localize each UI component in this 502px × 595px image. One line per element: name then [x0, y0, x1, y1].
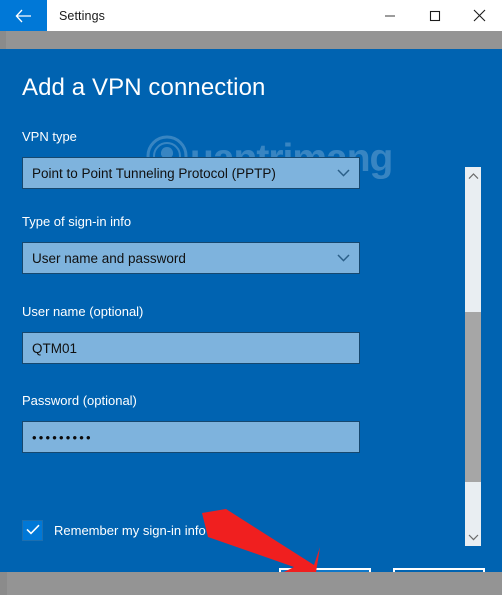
scroll-up-button[interactable]	[465, 167, 481, 185]
signin-type-value: User name and password	[32, 250, 186, 266]
password-value: •••••••••	[32, 429, 93, 445]
chevron-down-icon	[327, 254, 359, 262]
signin-type-dropdown[interactable]: User name and password	[22, 242, 360, 274]
window-title: Settings	[59, 8, 105, 23]
signin-type-label: Type of sign-in info	[22, 214, 132, 229]
vpn-type-label: VPN type	[22, 129, 77, 144]
settings-window: Settings Add a VPN connection VPN type P…	[0, 0, 502, 595]
top-gray-band	[0, 31, 502, 49]
password-label: Password (optional)	[22, 393, 137, 408]
back-button[interactable]	[0, 0, 47, 31]
checkbox-box	[22, 520, 43, 541]
bottom-gray-band-edge	[0, 572, 7, 595]
vpn-type-dropdown[interactable]: Point to Point Tunneling Protocol (PPTP)	[22, 157, 360, 189]
minimize-icon	[384, 10, 396, 22]
close-button[interactable]	[457, 0, 502, 31]
username-label: User name (optional)	[22, 304, 144, 319]
maximize-button[interactable]	[412, 0, 457, 31]
chevron-up-icon	[468, 167, 479, 185]
chevron-down-icon	[468, 528, 479, 546]
chevron-down-icon	[327, 169, 359, 177]
title-bar: Settings	[0, 0, 502, 31]
scrollbar-thumb[interactable]	[465, 312, 481, 482]
password-input[interactable]: •••••••••	[22, 421, 360, 453]
username-input[interactable]: QTM01	[22, 332, 360, 364]
checkmark-icon	[25, 522, 40, 540]
vpn-page: Add a VPN connection uantrimang VPN type…	[0, 49, 502, 595]
bottom-gray-band	[0, 572, 502, 595]
minimize-button[interactable]	[367, 0, 412, 31]
maximize-icon	[429, 10, 441, 22]
username-value: QTM01	[32, 340, 78, 356]
remember-signin-checkbox[interactable]: Remember my sign-in info	[22, 520, 206, 541]
close-icon	[473, 9, 486, 22]
remember-signin-label: Remember my sign-in info	[54, 523, 206, 538]
vertical-scrollbar[interactable]	[465, 167, 481, 546]
vpn-type-value: Point to Point Tunneling Protocol (PPTP)	[32, 165, 276, 181]
scroll-down-button[interactable]	[465, 528, 481, 546]
page-title: Add a VPN connection	[22, 74, 266, 101]
back-arrow-icon	[15, 9, 32, 23]
top-gray-band-edge	[0, 31, 6, 49]
window-controls	[367, 0, 502, 31]
